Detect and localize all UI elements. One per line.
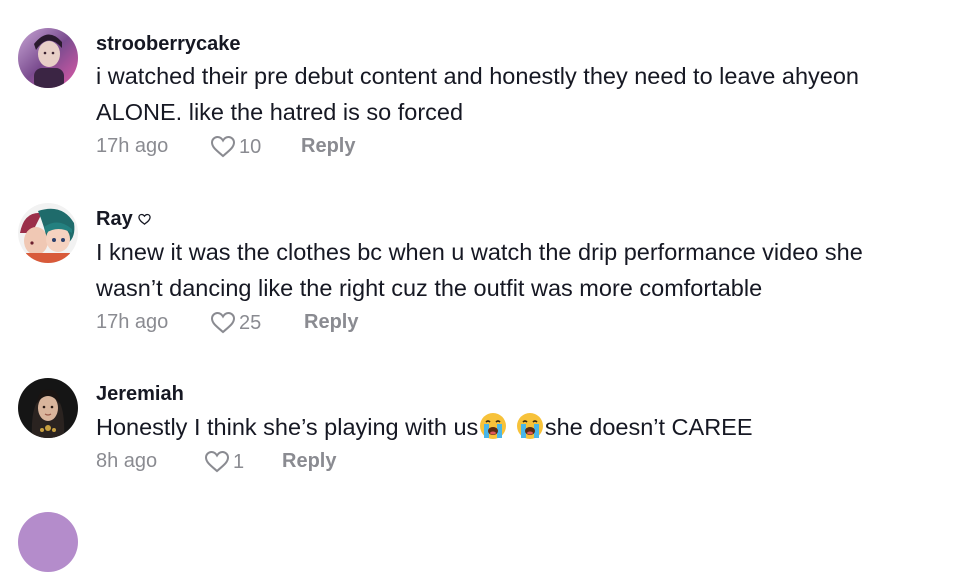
reply-button[interactable]: Reply: [304, 311, 358, 334]
username-text[interactable]: Ray: [96, 208, 133, 230]
comment-text: i watched their pre debut content and ho…: [96, 58, 956, 130]
comment-timestamp: 8h ago: [96, 450, 158, 472]
avatar[interactable]: [18, 378, 78, 438]
heart-outline-icon: [204, 450, 230, 473]
comment-text-line: Honestly I think she’s playing with us s…: [96, 409, 956, 445]
comment-username[interactable]: Ray: [96, 208, 151, 231]
comment-username[interactable]: Jeremiah: [96, 383, 184, 406]
user-avatar-icon: [18, 203, 78, 263]
avatar[interactable]: [18, 28, 78, 88]
user-avatar-icon: [18, 28, 78, 88]
avatar[interactable]: [18, 203, 78, 263]
username-text[interactable]: Jeremiah: [96, 383, 184, 405]
comment-text-line: I knew it was the clothes bc when u watc…: [96, 239, 863, 265]
small-heart-icon: [137, 214, 151, 226]
comment-text-segment: she doesn’t CAREE: [544, 414, 753, 440]
like-count: 1: [233, 450, 245, 473]
loudly-crying-face-icon: [516, 413, 543, 439]
avatar[interactable]: [18, 512, 78, 572]
user-avatar-icon: [18, 378, 78, 438]
like-count: 10: [239, 135, 262, 158]
comment-timestamp: 17h ago: [96, 311, 169, 333]
comment-text-segment: Honestly I think she’s playing with us: [96, 414, 479, 440]
comment-timestamp: 17h ago: [96, 135, 169, 157]
heart-outline-icon: [210, 135, 236, 158]
comment-text: I knew it was the clothes bc when u watc…: [96, 234, 956, 306]
username-text[interactable]: strooberrycake: [96, 33, 241, 55]
like-button[interactable]: 25: [210, 311, 261, 335]
heart-outline-icon: [210, 311, 236, 334]
loudly-crying-face-icon: [480, 413, 507, 439]
comment-text-line: i watched their pre debut content and ho…: [96, 63, 859, 89]
comment-text-line: ALONE. like the hatred is so forced: [96, 99, 464, 125]
like-button[interactable]: 1: [204, 450, 244, 474]
reply-button[interactable]: Reply: [282, 450, 336, 473]
reply-button[interactable]: Reply: [301, 135, 355, 158]
like-button[interactable]: 10: [210, 135, 261, 159]
comment-text: Honestly I think she’s playing with us s…: [96, 409, 956, 445]
comment-text-line: wasn’t dancing like the right cuz the ou…: [96, 275, 763, 301]
like-count: 25: [239, 311, 262, 334]
comment-username[interactable]: strooberrycake: [96, 33, 241, 56]
